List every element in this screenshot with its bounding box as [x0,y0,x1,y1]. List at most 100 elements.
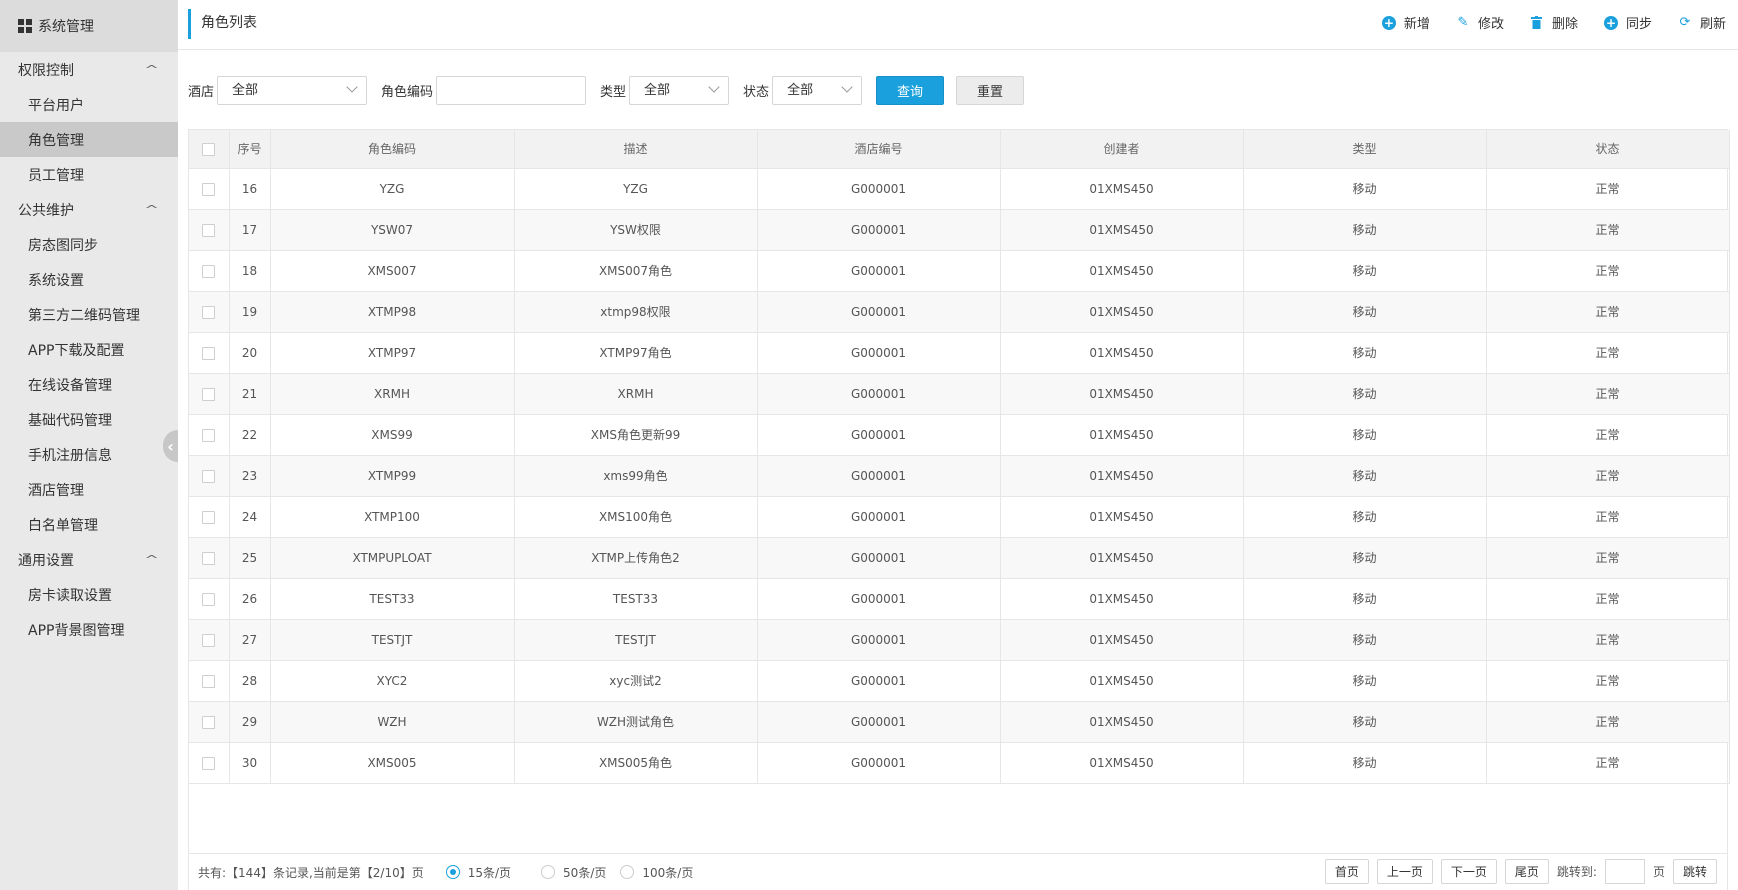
row-checkbox[interactable] [202,182,216,196]
sync-button[interactable]: + 同步 [1603,13,1652,32]
column-header: 描述 [514,130,758,169]
row-checkbox[interactable] [202,633,216,647]
prev-page-button[interactable]: 上一页 [1376,859,1433,884]
row-select-cell[interactable] [189,742,230,784]
sidebar-item[interactable]: 平台用户 [0,87,178,122]
row-checkbox[interactable] [202,428,216,442]
sidebar-group[interactable]: 权限控制 ^ [0,52,178,87]
sidebar-item[interactable]: 基础代码管理 [0,402,178,437]
row-checkbox[interactable] [202,387,216,401]
table-row[interactable]: 22 XMS99 XMS角色更新99 G000001 01XMS450 移动 正常 [189,414,1730,456]
table-cell: 01XMS450 [1000,373,1244,415]
refresh-button[interactable]: ⟳ 刷新 [1678,13,1726,32]
sidebar-item[interactable]: 第三方二维码管理 [0,297,178,332]
jump-page-input[interactable] [1604,859,1645,884]
filter-bar: 酒店 全部 角色编码 类型 全部 状态 全部 查询 重置 [188,75,1025,105]
table-row[interactable]: 23 XTMP99 xms99角色 G000001 01XMS450 移动 正常 [189,455,1730,497]
row-checkbox[interactable] [202,551,216,565]
row-checkbox[interactable] [202,305,216,319]
table-cell: XYC2 [270,660,515,702]
row-checkbox[interactable] [202,223,216,237]
table-cell: 移动 [1243,537,1487,579]
row-select-cell[interactable] [189,660,230,702]
status-select[interactable]: 全部 [772,75,863,105]
table-row[interactable]: 18 XMS007 XMS007角色 G000001 01XMS450 移动 正常 [189,250,1730,292]
first-page-button[interactable]: 首页 [1324,859,1369,884]
row-select-cell[interactable] [189,332,230,374]
table-row[interactable]: 21 XRMH XRMH G000001 01XMS450 移动 正常 [189,373,1730,415]
table-row[interactable]: 16 YZG YZG G000001 01XMS450 移动 正常 [189,168,1730,210]
sidebar-group[interactable]: 通用设置 ^ [0,542,178,577]
table-row[interactable]: 17 YSW07 YSW权限 G000001 01XMS450 移动 正常 [189,209,1730,251]
table-cell: 01XMS450 [1000,455,1244,497]
row-select-cell[interactable] [189,414,230,456]
sidebar-item[interactable]: 角色管理 [0,122,178,157]
row-select-cell[interactable] [189,537,230,579]
sidebar-item[interactable]: APP背景图管理 [0,612,178,647]
sidebar-item[interactable]: 酒店管理 [0,472,178,507]
row-checkbox[interactable] [202,592,216,606]
column-header: 创建者 [1000,130,1244,169]
row-select-cell[interactable] [189,496,230,538]
sidebar-header[interactable]: 系统管理 [0,0,178,52]
row-select-cell[interactable] [189,250,230,292]
page-size-radio-15[interactable] [445,865,460,879]
sidebar-item[interactable]: 手机注册信息 [0,437,178,472]
table-cell: XMS005 [270,742,515,784]
last-page-button[interactable]: 尾页 [1504,859,1549,884]
row-checkbox[interactable] [202,264,216,278]
role-code-input[interactable] [436,75,587,105]
sidebar-item[interactable]: APP下载及配置 [0,332,178,367]
row-select-cell[interactable] [189,291,230,333]
select-all-checkbox[interactable] [202,142,216,156]
row-checkbox[interactable] [202,674,216,688]
sidebar-item[interactable]: 房态图同步 [0,227,178,262]
sidebar-item[interactable]: 房卡读取设置 [0,577,178,612]
jump-button[interactable]: 跳转 [1672,859,1717,884]
page-size-radio-100[interactable] [620,865,635,879]
row-select-cell[interactable] [189,209,230,251]
hotel-select[interactable]: 全部 [217,75,368,105]
page-size-radio-50[interactable] [541,865,556,879]
sidebar-item[interactable]: 系统设置 [0,262,178,297]
row-select-cell[interactable] [189,168,230,210]
table-cell: 正常 [1486,332,1730,374]
sidebar-group[interactable]: 公共维护 ^ [0,192,178,227]
sidebar-item[interactable]: 白名单管理 [0,507,178,542]
table-row[interactable]: 24 XTMP100 XMS100角色 G000001 01XMS450 移动 正常 [189,496,1730,538]
row-checkbox[interactable] [202,346,216,360]
reset-button[interactable]: 重置 [956,75,1025,105]
add-button[interactable]: + 新增 [1381,13,1430,32]
table-cell: 移动 [1243,332,1487,374]
delete-button[interactable]: 删除 [1530,13,1578,32]
edit-button[interactable]: ✎ 修改 [1456,13,1503,32]
table-row[interactable]: 28 XYC2 xyc测试2 G000001 01XMS450 移动 正常 [189,660,1730,702]
table-row[interactable]: 29 WZH WZH测试角色 G000001 01XMS450 移动 正常 [189,701,1730,743]
table-cell: 01XMS450 [1000,701,1244,743]
row-select-cell[interactable] [189,619,230,661]
table-cell: xyc测试2 [514,660,758,702]
table-row[interactable]: 30 XMS005 XMS005角色 G000001 01XMS450 移动 正常 [189,742,1730,784]
table-row[interactable]: 27 TESTJT TESTJT G000001 01XMS450 移动 正常 [189,619,1730,661]
type-select[interactable]: 全部 [629,75,730,105]
table-cell: 29 [229,701,271,743]
row-checkbox[interactable] [202,510,216,524]
row-checkbox[interactable] [202,715,216,729]
table-row[interactable]: 26 TEST33 TEST33 G000001 01XMS450 移动 正常 [189,578,1730,620]
next-page-button[interactable]: 下一页 [1440,859,1497,884]
sidebar-item[interactable]: 在线设备管理 [0,367,178,402]
row-checkbox[interactable] [202,756,216,770]
table-row[interactable]: 19 XTMP98 xtmp98权限 G000001 01XMS450 移动 正常 [189,291,1730,333]
select-all-cell[interactable] [189,130,230,169]
query-button[interactable]: 查询 [876,75,945,105]
table-row[interactable]: 20 XTMP97 XTMP97角色 G000001 01XMS450 移动 正常 [189,332,1730,374]
table-cell: 01XMS450 [1000,332,1244,374]
row-select-cell[interactable] [189,373,230,415]
row-checkbox[interactable] [202,469,216,483]
row-select-cell[interactable] [189,578,230,620]
row-select-cell[interactable] [189,455,230,497]
table-row[interactable]: 25 XTMPUPLOAT XTMP上传角色2 G000001 01XMS450 移动 正常 [189,537,1730,579]
row-select-cell[interactable] [189,701,230,743]
table-cell: 正常 [1486,414,1730,456]
sidebar-item[interactable]: 员工管理 [0,157,178,192]
